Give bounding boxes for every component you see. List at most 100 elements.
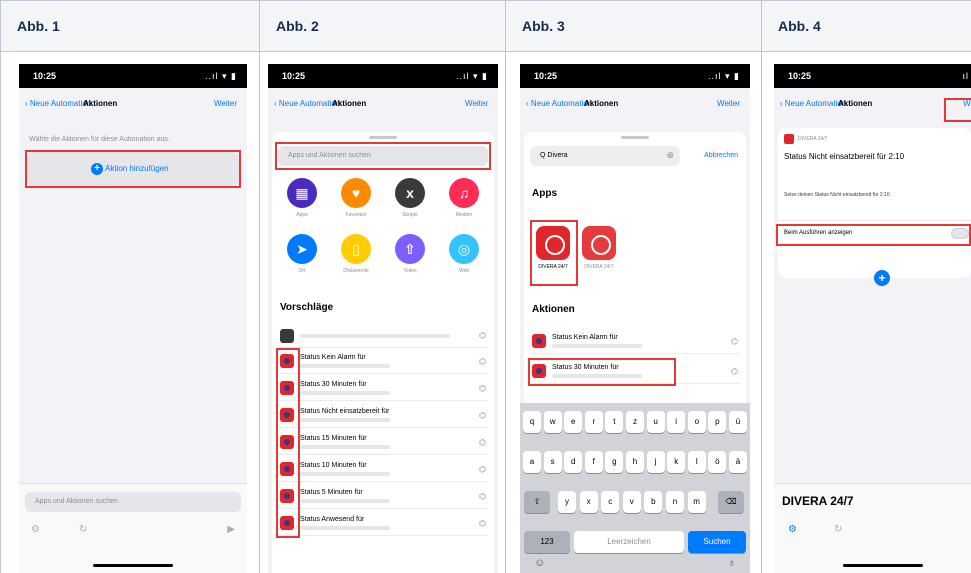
list-item[interactable]: Status Anwesend für ⌬ — [278, 512, 488, 536]
list-item[interactable]: Status Kein Alarm für ⌬ — [278, 350, 488, 374]
highlight-box — [276, 348, 300, 538]
key-z[interactable]: z — [626, 411, 644, 433]
status-bar: 10:25 ıl — [774, 64, 971, 88]
phone-screenshot-4: 10:25 ıl ‹ Neue Automation Aktionen We D… — [774, 64, 971, 573]
next-button[interactable]: Weiter — [214, 99, 237, 108]
app-title: DIVERA 24/7 — [782, 494, 854, 508]
divera-app-icon — [784, 134, 794, 144]
back-button[interactable]: ‹ Neue Automation — [25, 99, 91, 108]
key-k[interactable]: k — [667, 451, 686, 473]
key-ü[interactable]: ü — [729, 411, 747, 433]
key-m[interactable]: m — [687, 491, 706, 513]
category-4[interactable]: ➤ Ort — [282, 234, 322, 274]
key-r[interactable]: r — [584, 411, 603, 433]
info-icon: ⌬ — [479, 331, 486, 340]
list-item[interactable]: Status Kein Alarm für ⌬ — [530, 330, 740, 354]
key-q[interactable]: q — [523, 411, 541, 433]
nav-bar: ‹ Neue Automation Aktionen We — [774, 88, 971, 116]
category-6[interactable]: ⇧ Teilen — [390, 234, 430, 274]
status-bar: 10:25 ..ıl ▾ ▮ — [268, 64, 498, 88]
category-0[interactable]: ▦ Apps — [282, 178, 322, 218]
cancel-button[interactable]: Abbrechen — [704, 152, 738, 159]
highlight-box — [776, 224, 971, 246]
scripting-icon[interactable]: ⚙ — [31, 524, 40, 535]
key-n[interactable]: n — [666, 491, 684, 513]
key-ö[interactable]: ö — [708, 451, 727, 473]
redo-icon[interactable]: ↻ — [79, 524, 87, 535]
key-ä[interactable]: ä — [729, 451, 747, 473]
scripting-icon[interactable]: ⚙ — [788, 524, 797, 535]
home-indicator — [93, 564, 173, 567]
signal-icon: ..ıl ▾ ▮ — [708, 71, 740, 81]
column-header: Abb. 4 — [762, 0, 971, 52]
suggestions-title: Vorschläge — [280, 302, 334, 313]
back-button[interactable]: ‹ Neue Automation — [780, 99, 846, 108]
key-f[interactable]: f — [584, 451, 603, 473]
key-u[interactable]: u — [646, 411, 665, 433]
highlight-box — [275, 142, 491, 170]
info-icon: ⌬ — [479, 465, 486, 474]
category-label: Favoriten — [345, 212, 367, 218]
category-label: Dokumente — [343, 268, 369, 274]
key-v[interactable]: v — [622, 491, 641, 513]
key-search[interactable]: Suchen — [688, 531, 746, 553]
divera-app-icon-2[interactable] — [582, 226, 616, 260]
list-item[interactable]: ⌬ — [278, 324, 488, 348]
list-item[interactable]: Status 10 Minuten für ⌬ — [278, 458, 488, 482]
key-s[interactable]: s — [543, 451, 562, 473]
emoji-icon[interactable]: ☺ — [534, 557, 545, 569]
category-3[interactable]: ♫ Medien — [444, 178, 484, 218]
key-i[interactable]: i — [667, 411, 686, 433]
list-item[interactable]: Status 5 Minuten für ⌬ — [278, 485, 488, 509]
sheet-grabber[interactable] — [621, 136, 649, 139]
list-item[interactable]: Status 15 Minuten für ⌬ — [278, 431, 488, 455]
action-text[interactable]: Status Nicht einsatzbereit für 2:10 — [784, 152, 904, 161]
column-header: Abb. 2 — [260, 0, 505, 52]
key-e[interactable]: e — [564, 411, 583, 433]
back-button[interactable]: ‹ Neue Automation — [526, 99, 592, 108]
delete-key[interactable]: ⌫ — [718, 491, 744, 513]
action-sheet: Apps und Aktionen suchen ▦ Apps ♥ Favoriten… — [272, 132, 494, 573]
key-x[interactable]: x — [579, 491, 598, 513]
next-button[interactable]: Weiter — [717, 99, 740, 108]
key-g[interactable]: g — [605, 451, 624, 473]
key-c[interactable]: c — [601, 491, 620, 513]
nav-title: Aktionen — [838, 99, 873, 108]
category-7[interactable]: ◎ Web — [444, 234, 484, 274]
shift-key[interactable]: ⇧ — [524, 491, 550, 513]
key-a[interactable]: a — [523, 451, 541, 473]
category-5[interactable]: ▯ Dokumente — [336, 234, 376, 274]
next-button[interactable]: Weiter — [465, 99, 488, 108]
sheet-grabber[interactable] — [369, 136, 397, 139]
list-item-label: Status 5 Minuten für — [300, 489, 363, 496]
search-input[interactable]: Q Divera ⊗ — [530, 146, 680, 166]
back-button[interactable]: ‹ Neue Automation — [274, 99, 340, 108]
key-b[interactable]: b — [644, 491, 663, 513]
key-123[interactable]: 123 — [524, 531, 570, 553]
category-2[interactable]: x Skripte — [390, 178, 430, 218]
column-header: Abb. 3 — [506, 0, 761, 52]
key-d[interactable]: d — [564, 451, 583, 473]
clear-icon[interactable]: ⊗ — [666, 150, 674, 161]
key-o[interactable]: o — [687, 411, 706, 433]
microphone-icon[interactable]: ♁ — [728, 557, 736, 569]
key-w[interactable]: w — [543, 411, 562, 433]
key-h[interactable]: h — [626, 451, 644, 473]
key-j[interactable]: j — [646, 451, 665, 473]
category-1[interactable]: ♥ Favoriten — [336, 178, 376, 218]
play-icon[interactable]: ▶ — [227, 524, 235, 535]
category-icon: ▯ — [341, 234, 371, 264]
nav-bar: ‹ Neue Automation Aktionen Weiter — [268, 88, 498, 116]
search-input[interactable]: Apps und Aktionen suchen — [25, 492, 241, 512]
category-label: Apps — [296, 212, 308, 218]
redo-icon[interactable]: ↻ — [834, 524, 842, 535]
key-p[interactable]: p — [708, 411, 727, 433]
key-t[interactable]: t — [605, 411, 624, 433]
key-y[interactable]: y — [558, 491, 576, 513]
key-l[interactable]: l — [687, 451, 706, 473]
category-icon: x — [395, 178, 425, 208]
add-action-plus-icon[interactable]: + — [874, 270, 890, 286]
list-item[interactable]: Status 30 Minuten für ⌬ — [278, 377, 488, 401]
key-space[interactable]: Leerzeichen — [574, 531, 684, 553]
list-item[interactable]: Status Nicht einsatzbereit für ⌬ — [278, 404, 488, 428]
